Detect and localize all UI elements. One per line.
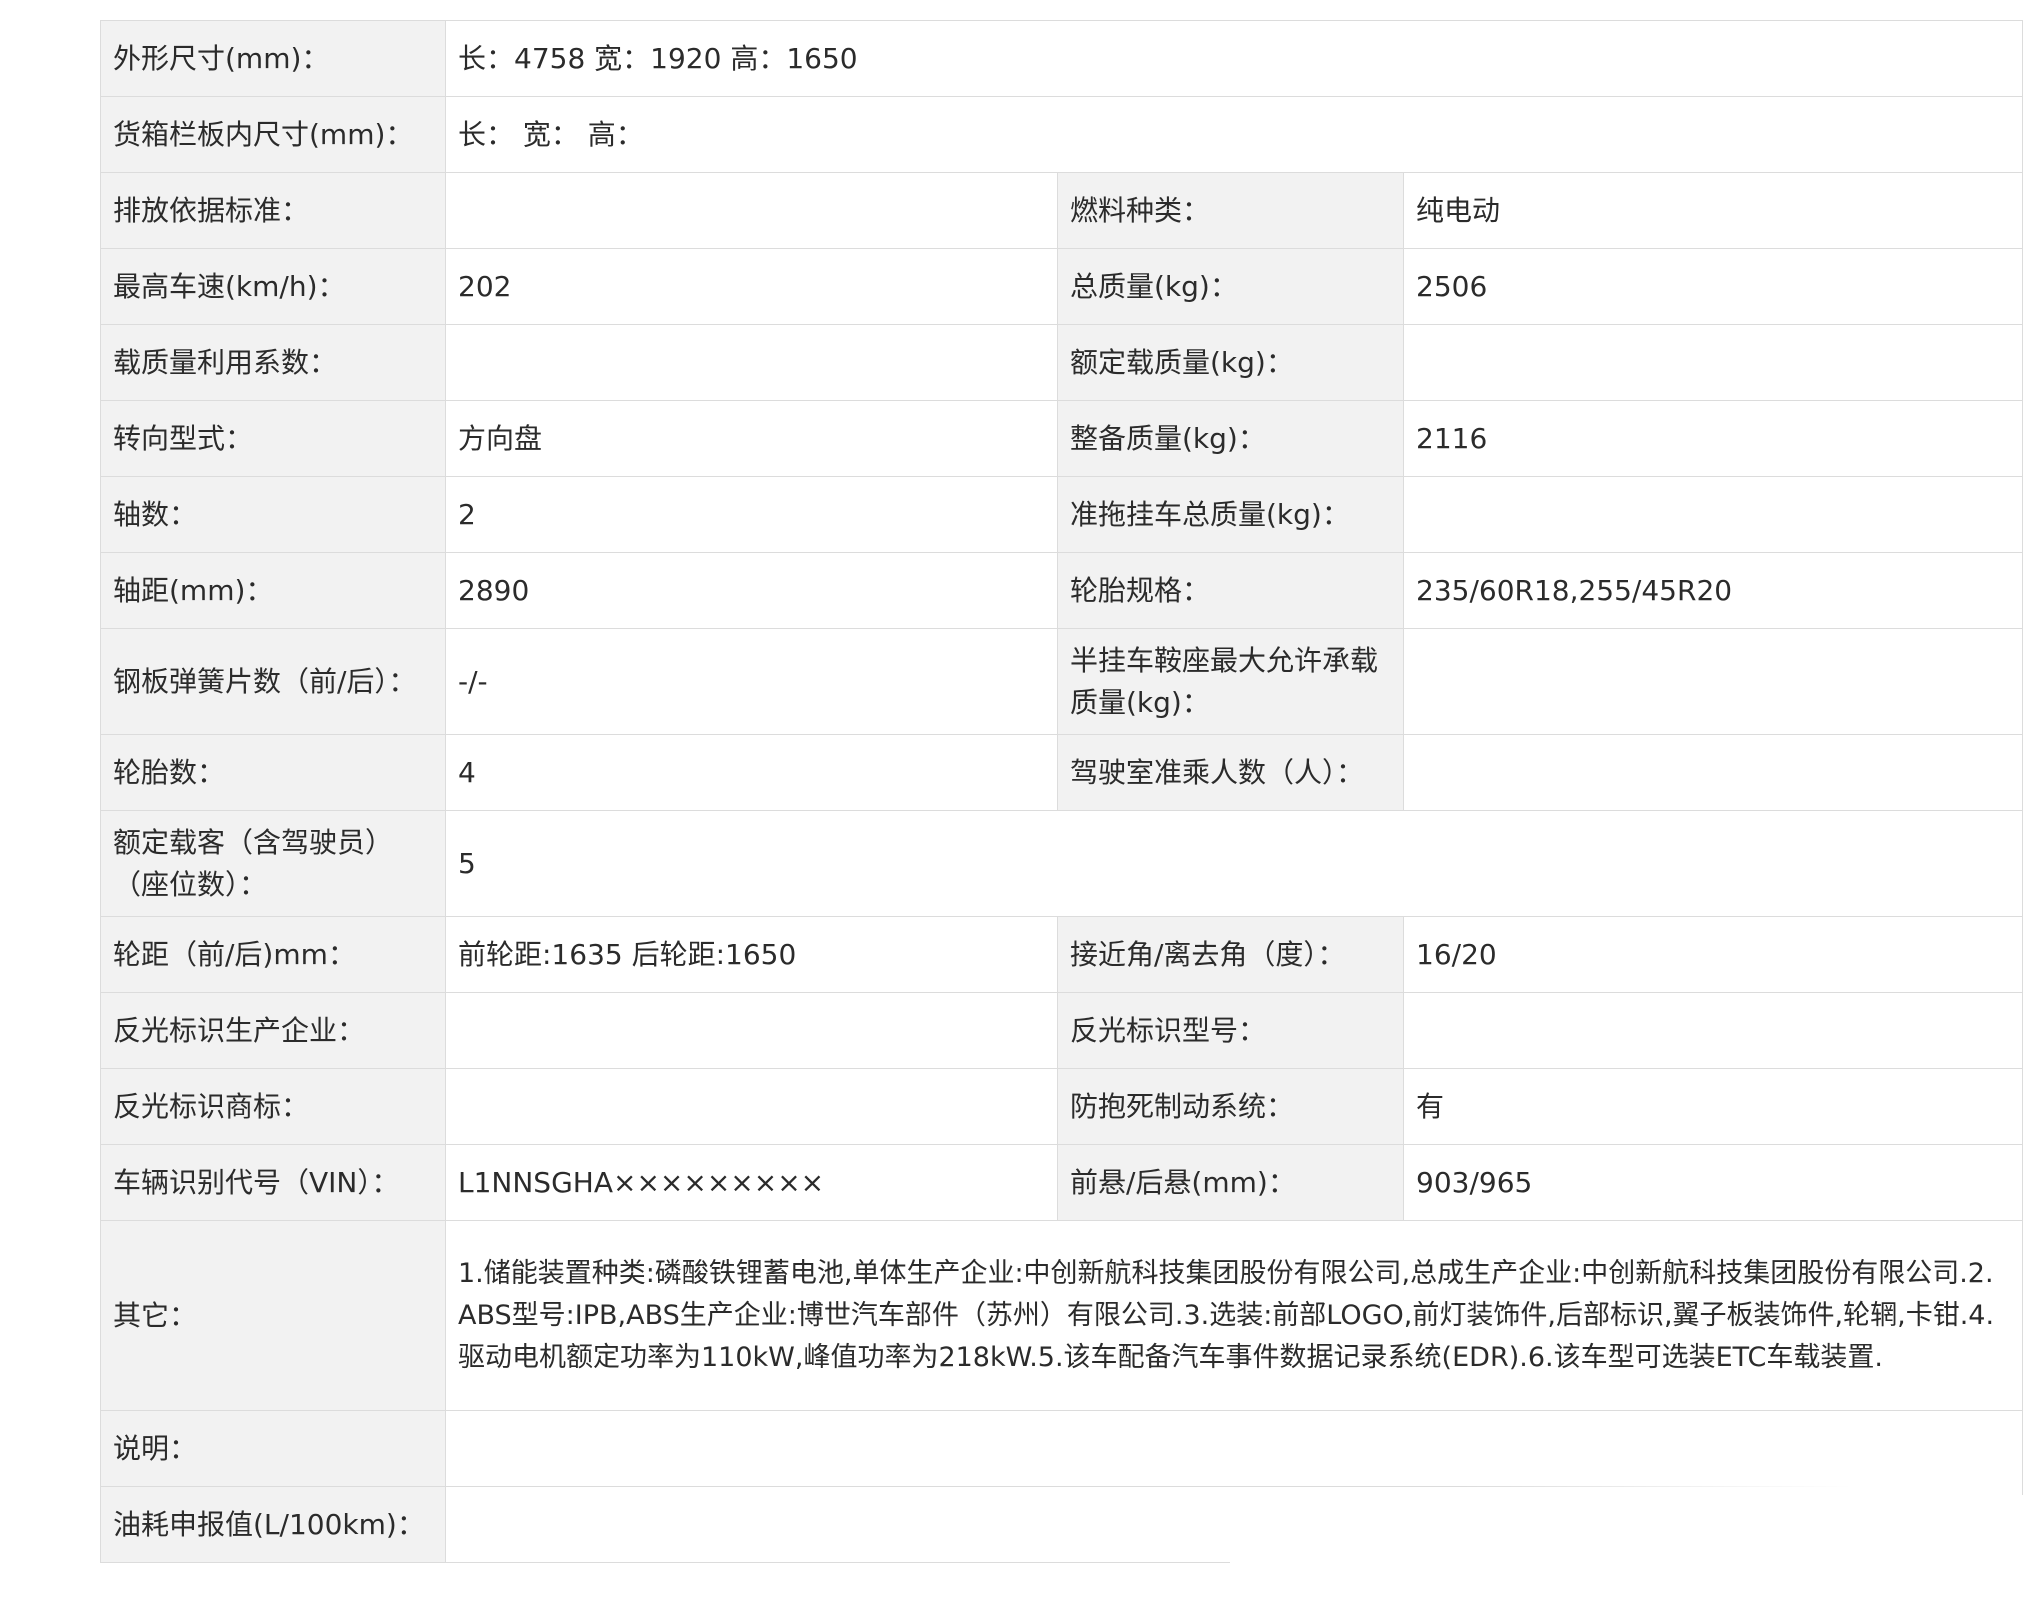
value-vin: L1NNSGHA××××××××× [445,1144,1058,1221]
value-top-speed: 202 [445,248,1058,325]
value-steering-type: 方向盘 [445,400,1058,477]
value-cargo-dimensions: 长： 宽： 高： [445,96,2024,173]
label-top-speed: 最高车速(km/h)： [100,248,446,325]
image-fade-overlay-bottom [1230,1495,2030,1610]
table-row: 最高车速(km/h)： 202 总质量(kg)： 2506 [100,248,2024,325]
table-row-cargo-dimensions: 货箱栏板内尺寸(mm)： 长： 宽： 高： [100,96,2024,173]
value-leaf-springs: -/- [445,628,1058,735]
label-load-coefficient: 载质量利用系数： [100,324,446,401]
label-leaf-springs: 钢板弹簧片数（前/后）： [100,628,446,735]
table-row: 反光标识商标： 防抱死制动系统： 有 [100,1068,2024,1145]
value-reflector-brand [445,1068,1058,1145]
label-vin: 车辆识别代号（VIN）： [100,1144,446,1221]
table-row: 载质量利用系数： 额定载质量(kg)： [100,324,2024,401]
value-other: 1.储能装置种类:磷酸铁锂蓄电池,单体生产企业:中创新航科技集团股份有限公司,总… [445,1220,2024,1411]
table-row: 轮胎数： 4 驾驶室准乘人数（人）： [100,734,2024,811]
value-gross-mass: 2506 [1403,248,2024,325]
table-row: 反光标识生产企业： 反光标识型号： [100,992,2024,1069]
value-tire-count: 4 [445,734,1058,811]
value-rated-load [1403,324,2024,401]
table-row: 轴距(mm)： 2890 轮胎规格： 235/60R18,255/45R20 [100,552,2024,629]
label-overhang: 前悬/后悬(mm)： [1057,1144,1404,1221]
table-row: 轮距（前/后)mm： 前轮距:1635 后轮距:1650 接近角/离去角（度）：… [100,916,2024,993]
label-reflector-brand: 反光标识商标： [100,1068,446,1145]
value-emission-standard [445,172,1058,249]
label-wheelbase: 轴距(mm)： [100,552,446,629]
label-abs: 防抱死制动系统： [1057,1068,1404,1145]
table-row: 轴数： 2 准拖挂车总质量(kg)： [100,476,2024,553]
table-row: 钢板弹簧片数（前/后）： -/- 半挂车鞍座最大允许承载质量(kg)： [100,628,2024,735]
label-reflector-maker: 反光标识生产企业： [100,992,446,1069]
value-trailer-mass [1403,476,2024,553]
label-reflector-model: 反光标识型号： [1057,992,1404,1069]
value-abs: 有 [1403,1068,2024,1145]
value-overhang: 903/965 [1403,1144,2024,1221]
table-row: 排放依据标准： 燃料种类： 纯电动 [100,172,2024,249]
label-axle-count: 轴数： [100,476,446,553]
value-rated-passengers: 5 [445,810,2024,917]
value-reflector-model [1403,992,2024,1069]
label-cargo-dimensions: 货箱栏板内尺寸(mm)： [100,96,446,173]
label-gross-mass: 总质量(kg)： [1057,248,1404,325]
table-row: 车辆识别代号（VIN）： L1NNSGHA××××××××× 前悬/后悬(mm)… [100,1144,2024,1221]
value-curb-mass: 2116 [1403,400,2024,477]
label-track-width: 轮距（前/后)mm： [100,916,446,993]
label-tire-spec: 轮胎规格： [1057,552,1404,629]
label-rated-load: 额定载质量(kg)： [1057,324,1404,401]
value-exterior-dimensions: 长：4758 宽：1920 高：1650 [445,20,2024,97]
label-rated-passengers: 额定载客（含驾驶员）（座位数）： [100,810,446,917]
image-fade-overlay [1460,1420,2022,1496]
value-reflector-maker [445,992,1058,1069]
label-steering-type: 转向型式： [100,400,446,477]
table-row-dimensions: 外形尺寸(mm)： 长：4758 宽：1920 高：1650 [100,20,2024,97]
table-row: 额定载客（含驾驶员）（座位数）： 5 [100,810,2024,917]
value-cab-passengers [1403,734,2024,811]
label-curb-mass: 整备质量(kg)： [1057,400,1404,477]
label-other: 其它： [100,1220,446,1411]
value-tire-spec: 235/60R18,255/45R20 [1403,552,2024,629]
label-exterior-dimensions: 外形尺寸(mm)： [100,20,446,97]
label-trailer-mass: 准拖挂车总质量(kg)： [1057,476,1404,553]
label-emission-standard: 排放依据标准： [100,172,446,249]
table-row-other: 其它： 1.储能装置种类:磷酸铁锂蓄电池,单体生产企业:中创新航科技集团股份有限… [100,1220,2024,1411]
value-load-coefficient [445,324,1058,401]
value-axle-count: 2 [445,476,1058,553]
label-saddle-load: 半挂车鞍座最大允许承载质量(kg)： [1057,628,1404,735]
table-row: 转向型式： 方向盘 整备质量(kg)： 2116 [100,400,2024,477]
vehicle-spec-table: 外形尺寸(mm)： 长：4758 宽：1920 高：1650 货箱栏板内尺寸(m… [100,20,2024,1563]
label-cab-passengers: 驾驶室准乘人数（人）： [1057,734,1404,811]
value-wheelbase: 2890 [445,552,1058,629]
value-saddle-load [1403,628,2024,735]
label-fuel-type: 燃料种类： [1057,172,1404,249]
label-notes: 说明： [100,1410,446,1487]
label-tire-count: 轮胎数： [100,734,446,811]
value-approach-departure-angle: 16/20 [1403,916,2024,993]
value-fuel-type: 纯电动 [1403,172,2024,249]
label-approach-departure-angle: 接近角/离去角（度）： [1057,916,1404,993]
value-track-width: 前轮距:1635 后轮距:1650 [445,916,1058,993]
label-fuel-consumption: 油耗申报值(L/100km)： [100,1486,446,1563]
